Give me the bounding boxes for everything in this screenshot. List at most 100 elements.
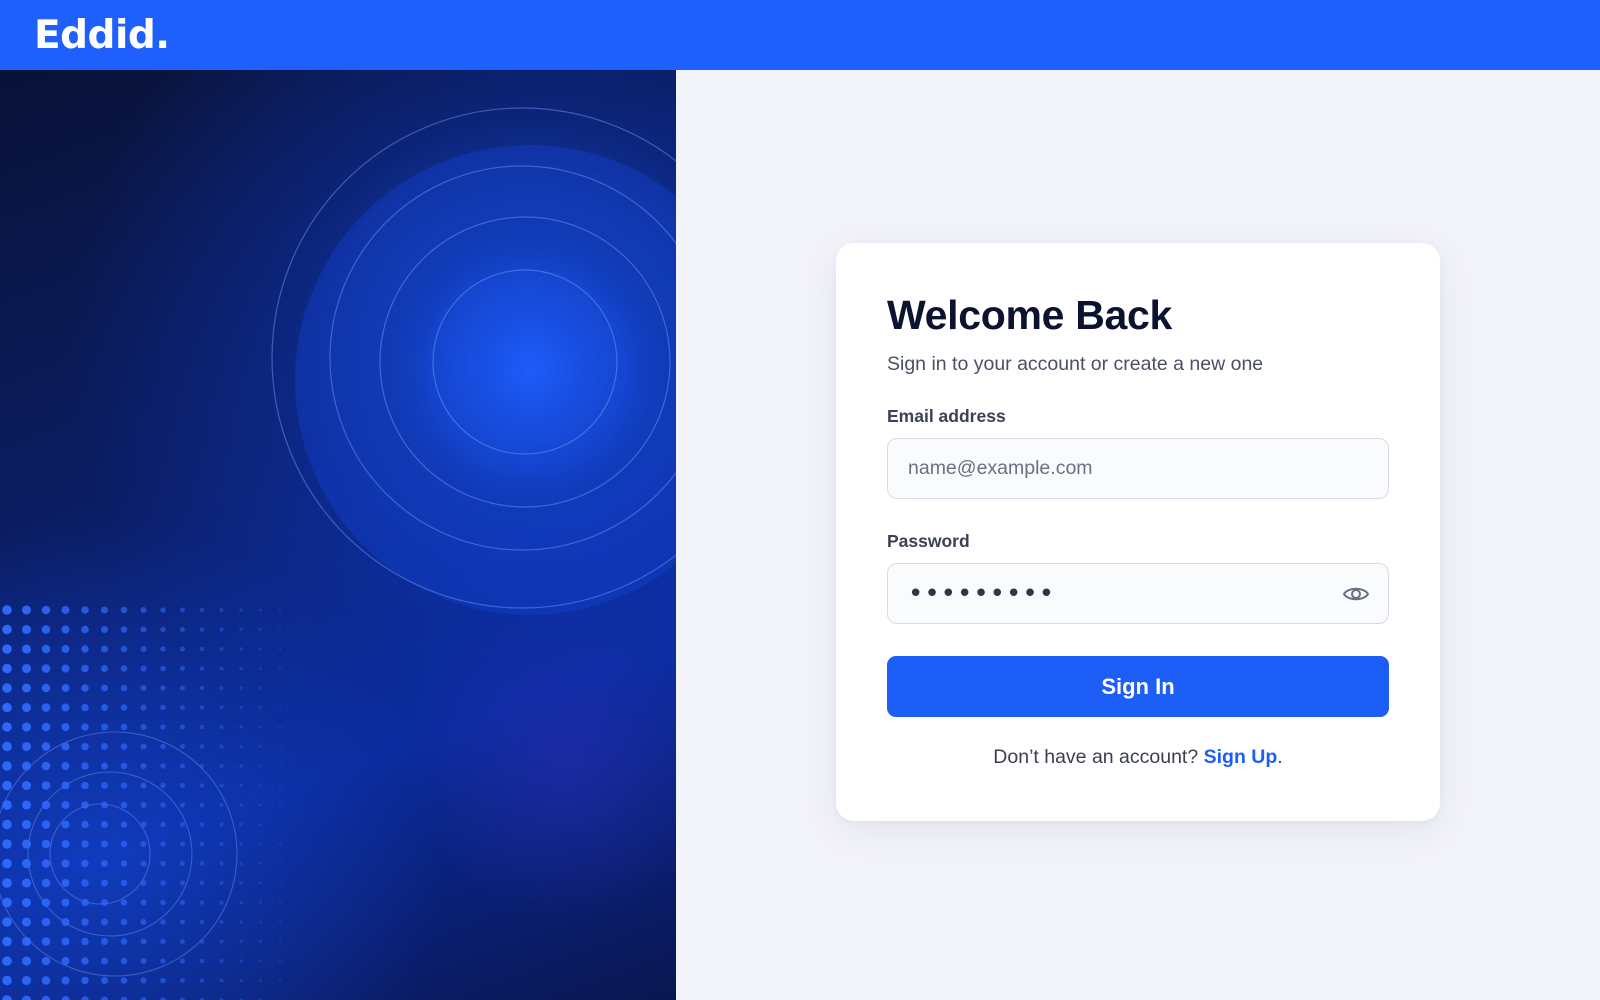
halftone-dot bbox=[61, 995, 70, 1000]
halftone-dot bbox=[81, 801, 89, 809]
halftone-dot bbox=[41, 859, 51, 868]
halftone-dot bbox=[239, 666, 243, 671]
halftone-dot bbox=[2, 800, 12, 810]
halftone-dot bbox=[81, 879, 89, 887]
halftone-dot bbox=[41, 917, 51, 927]
halftone-dot bbox=[140, 919, 147, 925]
signup-prompt: Don’t have an account? Sign Up. bbox=[887, 746, 1389, 769]
halftone-dot bbox=[41, 956, 51, 966]
halftone-dot bbox=[278, 842, 282, 846]
sign-in-button[interactable]: Sign In bbox=[887, 656, 1389, 718]
halftone-dot bbox=[199, 783, 205, 788]
halftone-dot bbox=[160, 743, 166, 750]
halftone-dot bbox=[219, 959, 224, 963]
halftone-dot bbox=[278, 764, 282, 768]
halftone-dot bbox=[160, 607, 166, 613]
halftone-dot bbox=[199, 685, 205, 691]
sign-up-link[interactable]: Sign Up bbox=[1204, 746, 1278, 768]
halftone-dot bbox=[2, 975, 12, 986]
halftone-dot bbox=[61, 917, 70, 927]
halftone-dot bbox=[21, 858, 32, 869]
halftone-dot bbox=[160, 958, 166, 964]
halftone-dot bbox=[239, 978, 243, 983]
halftone-dot bbox=[219, 666, 224, 671]
halftone-dot bbox=[61, 878, 70, 888]
halftone-dot bbox=[61, 644, 70, 654]
halftone-dot bbox=[81, 723, 89, 731]
halftone-dot bbox=[180, 900, 185, 905]
halftone-dot bbox=[120, 606, 128, 614]
halftone-dot bbox=[259, 608, 262, 612]
halftone-dot bbox=[61, 800, 70, 810]
halftone-dot bbox=[219, 725, 224, 729]
halftone-dot bbox=[278, 823, 282, 826]
halftone-dot bbox=[2, 605, 12, 615]
halftone-dot bbox=[160, 899, 166, 906]
halftone-dot bbox=[160, 763, 166, 769]
email-field[interactable] bbox=[908, 457, 1368, 481]
halftone-dot bbox=[41, 742, 51, 751]
halftone-dot bbox=[199, 861, 205, 866]
halftone-dot bbox=[21, 800, 32, 810]
halftone-dot bbox=[199, 822, 205, 827]
halftone-dot bbox=[81, 898, 89, 907]
halftone-dot bbox=[140, 860, 147, 867]
halftone-dot bbox=[21, 722, 32, 732]
brand-logo[interactable]: Eddid. bbox=[34, 13, 170, 58]
halftone-dot bbox=[160, 919, 166, 925]
halftone-dot bbox=[2, 644, 12, 654]
halftone-dot bbox=[2, 839, 12, 849]
halftone-dot bbox=[100, 762, 109, 770]
halftone-dot bbox=[180, 607, 185, 613]
halftone-dot bbox=[2, 624, 12, 635]
halftone-dot bbox=[61, 976, 70, 985]
eye-icon[interactable] bbox=[1342, 582, 1370, 606]
halftone-dot bbox=[140, 646, 147, 652]
halftone-dot bbox=[278, 803, 282, 807]
halftone-dot bbox=[100, 684, 109, 692]
halftone-dot bbox=[140, 821, 147, 828]
halftone-dot bbox=[239, 608, 243, 612]
halftone-dot bbox=[259, 842, 262, 846]
halftone-dot bbox=[120, 860, 128, 867]
halftone-dot bbox=[199, 627, 205, 632]
halftone-dot bbox=[219, 608, 224, 612]
halftone-dot bbox=[219, 939, 224, 944]
halftone-dot bbox=[219, 783, 224, 788]
halftone-dot bbox=[278, 979, 282, 982]
halftone-dot bbox=[180, 705, 185, 710]
login-card: Welcome Back Sign in to your account or … bbox=[836, 243, 1440, 821]
halftone-dot bbox=[21, 683, 32, 693]
halftone-dot bbox=[81, 625, 89, 634]
halftone-dot bbox=[41, 820, 51, 829]
halftone-dot bbox=[61, 605, 70, 615]
halftone-dot bbox=[100, 781, 109, 790]
halftone-dot bbox=[21, 780, 32, 791]
halftone-dot bbox=[140, 958, 147, 964]
halftone-dot bbox=[219, 861, 224, 866]
halftone-dot bbox=[239, 861, 243, 866]
halftone-dot bbox=[259, 686, 262, 690]
halftone-dot bbox=[100, 801, 109, 809]
halftone-dot bbox=[199, 705, 205, 710]
halftone-dot bbox=[100, 996, 109, 1000]
halftone-dot bbox=[41, 625, 51, 634]
halftone-dot bbox=[180, 724, 185, 730]
halftone-dot bbox=[81, 957, 89, 965]
halftone-dot bbox=[199, 607, 205, 613]
halftone-dot bbox=[239, 842, 243, 846]
halftone-dot bbox=[2, 683, 12, 693]
halftone-dot bbox=[61, 859, 70, 868]
halftone-dot bbox=[199, 802, 205, 808]
halftone-dot bbox=[120, 762, 128, 770]
halftone-dot bbox=[120, 957, 128, 965]
halftone-dot bbox=[2, 995, 12, 1000]
password-field[interactable]: ••••••••• bbox=[887, 563, 1389, 625]
halftone-dot bbox=[239, 686, 243, 690]
halftone-dot bbox=[239, 939, 243, 944]
halftone-dot bbox=[259, 667, 262, 670]
halftone-dot bbox=[81, 664, 89, 673]
halftone-dot bbox=[21, 995, 32, 1000]
halftone-dot bbox=[100, 742, 109, 751]
halftone-dot bbox=[21, 624, 32, 635]
